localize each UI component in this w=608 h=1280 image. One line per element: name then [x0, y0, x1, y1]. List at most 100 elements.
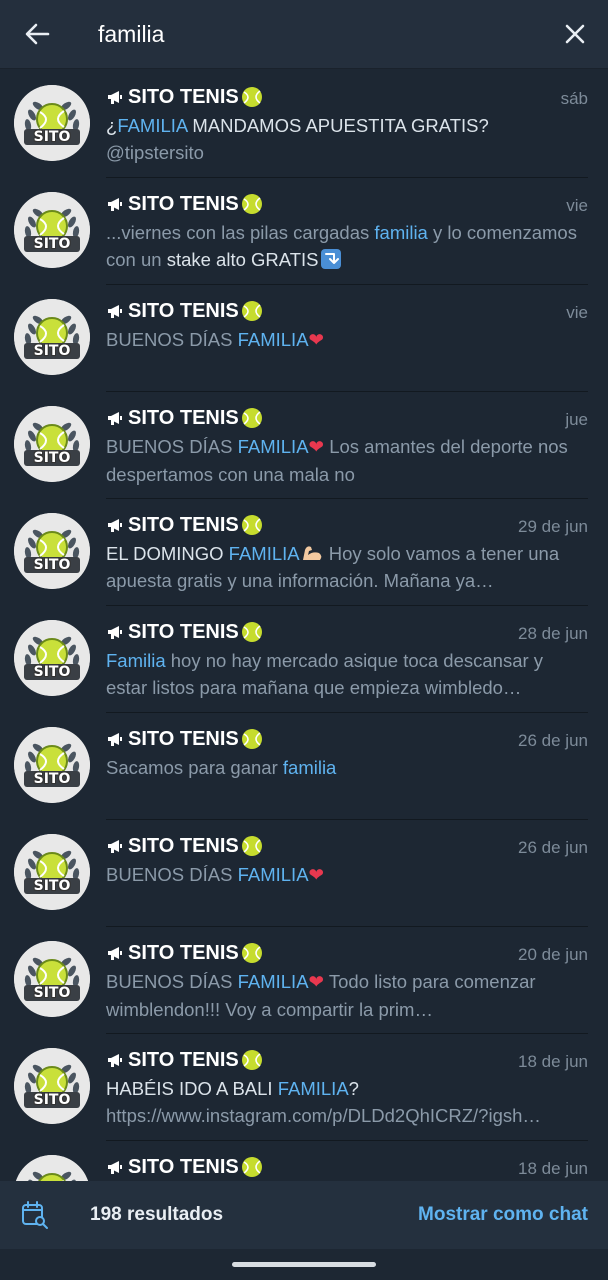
message-snippet: ...viernes con las pilas cargadas famili…	[106, 219, 588, 273]
result-content: SITO TENIS 28 de jun Familia hoy no hay …	[106, 618, 588, 713]
tennis-logo-icon	[14, 406, 90, 482]
calendar-search-button[interactable]	[0, 1181, 70, 1249]
chat-name: SITO TENIS	[128, 299, 239, 322]
heart-icon: ❤	[308, 330, 325, 351]
tennis-logo-icon	[14, 1048, 90, 1124]
megaphone-icon	[108, 91, 122, 104]
result-date: vie	[566, 303, 588, 322]
search-result-item[interactable]: SITO SITO TENIS vie BUENOS DÍAS FAMILIA❤	[0, 285, 608, 392]
home-indicator[interactable]	[232, 1262, 376, 1267]
result-title: SITO TENIS	[106, 190, 588, 218]
tennis-ball-icon	[241, 301, 262, 321]
chat-name: SITO TENIS	[128, 941, 239, 964]
heart-icon: ❤	[308, 437, 325, 458]
snippet-text: ?	[348, 1078, 359, 1099]
snippet-text: HABÉIS IDO A BALI	[106, 1078, 278, 1099]
tennis-ball-icon	[241, 1050, 262, 1070]
calendar-search-icon	[22, 1201, 48, 1229]
megaphone-icon	[108, 1161, 122, 1174]
search-result-item[interactable]: SITO SITO TENIS 18 de jun	[0, 1141, 608, 1181]
result-date: 20 de jun	[518, 945, 588, 964]
result-content: SITO TENIS 29 de jun EL DOMINGO FAMILIA …	[106, 511, 588, 606]
search-result-item[interactable]: SITO SITO TENIS sáb ¿FAMILIA MANDAMOS AP…	[0, 71, 608, 178]
result-title: SITO TENIS	[106, 1153, 588, 1181]
snippet-text: BUENOS DÍAS	[106, 329, 238, 350]
heart-icon: ❤	[308, 865, 325, 886]
snippet-text: stake alto GRATIS	[166, 249, 319, 270]
avatar: SITO	[14, 513, 90, 589]
snippet-text: @tipstersito	[106, 142, 204, 163]
search-result-item[interactable]: SITO SITO TENIS 20 de jun BUENOS DÍAS FA…	[0, 927, 608, 1034]
message-snippet: HABÉIS IDO A BALI FAMILIA? https://www.i…	[106, 1075, 588, 1129]
avatar-label: SITO	[33, 771, 71, 787]
tennis-ball-icon	[241, 1157, 262, 1177]
result-title: SITO TENIS	[106, 725, 588, 753]
result-title: SITO TENIS	[106, 83, 588, 111]
result-content: SITO TENIS 18 de jun	[106, 1153, 588, 1181]
search-highlight: FAMILIA	[277, 1078, 349, 1099]
result-content: SITO TENIS 26 de jun BUENOS DÍAS FAMILIA…	[106, 832, 588, 927]
tennis-ball-icon	[241, 729, 262, 749]
arrow-down-icon	[320, 249, 341, 269]
megaphone-icon	[108, 947, 122, 960]
result-title: SITO TENIS	[106, 618, 588, 646]
search-input[interactable]	[74, 13, 542, 55]
megaphone-icon	[108, 519, 122, 532]
avatar: SITO	[14, 406, 90, 482]
avatar: SITO	[14, 941, 90, 1017]
avatar: SITO	[14, 299, 90, 375]
message-snippet: EL DOMINGO FAMILIA Hoy solo vamos a tene…	[106, 540, 588, 594]
avatar-label: SITO	[33, 1092, 71, 1108]
clear-search-button[interactable]	[542, 0, 608, 68]
search-header	[0, 0, 608, 69]
avatar-label: SITO	[33, 129, 71, 145]
tennis-logo-icon	[14, 513, 90, 589]
search-result-item[interactable]: SITO SITO TENIS 18 de jun HABÉIS IDO A B…	[0, 1034, 608, 1141]
tennis-ball-icon	[241, 622, 262, 642]
result-title: SITO TENIS	[106, 939, 588, 967]
search-result-item[interactable]: SITO SITO TENIS 29 de jun EL DOMINGO FAM…	[0, 499, 608, 606]
result-date: 26 de jun	[518, 838, 588, 857]
tennis-logo-icon	[14, 727, 90, 803]
results-list: SITO SITO TENIS sáb ¿FAMILIA MANDAMOS AP…	[0, 71, 608, 1181]
results-count: 198 resultados	[90, 1204, 224, 1225]
result-content: SITO TENIS vie BUENOS DÍAS FAMILIA❤	[106, 297, 588, 392]
search-result-item[interactable]: SITO SITO TENIS jue BUENOS DÍAS FAMILIA❤…	[0, 392, 608, 499]
megaphone-icon	[108, 840, 122, 853]
search-result-item[interactable]: SITO SITO TENIS 26 de jun Sacamos para g…	[0, 713, 608, 820]
tennis-ball-icon	[241, 515, 262, 535]
search-highlight: FAMILIA	[237, 864, 309, 885]
result-content: SITO TENIS vie ...viernes con las pilas …	[106, 190, 588, 285]
megaphone-icon	[108, 626, 122, 639]
result-date: 18 de jun	[518, 1159, 588, 1178]
avatar: SITO	[14, 727, 90, 803]
result-content: SITO TENIS 18 de jun HABÉIS IDO A BALI F…	[106, 1046, 588, 1141]
result-title: SITO TENIS	[106, 1046, 588, 1074]
tennis-ball-icon	[241, 194, 262, 214]
tennis-logo-icon	[15, 1155, 89, 1181]
back-button[interactable]	[0, 0, 74, 68]
tennis-ball-icon	[241, 943, 262, 963]
tennis-logo-icon	[14, 941, 90, 1017]
search-result-item[interactable]: SITO SITO TENIS 26 de jun BUENOS DÍAS FA…	[0, 820, 608, 927]
search-highlight: FAMILIA	[117, 115, 188, 136]
chat-name: SITO TENIS	[128, 727, 239, 750]
snippet-text: BUENOS DÍAS	[106, 436, 238, 457]
avatar-label: SITO	[33, 664, 71, 680]
search-highlight: FAMILIA	[228, 543, 300, 564]
result-title: SITO TENIS	[106, 404, 588, 432]
search-highlight: Familia	[106, 650, 166, 671]
result-content: SITO TENIS 20 de jun BUENOS DÍAS FAMILIA…	[106, 939, 588, 1034]
chat-name: SITO TENIS	[128, 85, 239, 108]
search-result-item[interactable]: SITO SITO TENIS vie ...viernes con las p…	[0, 178, 608, 285]
show-as-chat-button[interactable]: Mostrar como chat	[418, 1204, 588, 1226]
chat-name: SITO TENIS	[128, 1155, 239, 1178]
tennis-logo-icon	[14, 85, 90, 161]
message-snippet: BUENOS DÍAS FAMILIA❤	[106, 861, 588, 889]
search-result-item[interactable]: SITO SITO TENIS 28 de jun Familia hoy no…	[0, 606, 608, 713]
search-highlight: FAMILIA	[237, 329, 309, 350]
message-snippet: Sacamos para ganar familia	[106, 754, 588, 781]
result-date: 18 de jun	[518, 1052, 588, 1071]
chat-name: SITO TENIS	[128, 620, 239, 643]
search-highlight: familia	[282, 757, 337, 778]
